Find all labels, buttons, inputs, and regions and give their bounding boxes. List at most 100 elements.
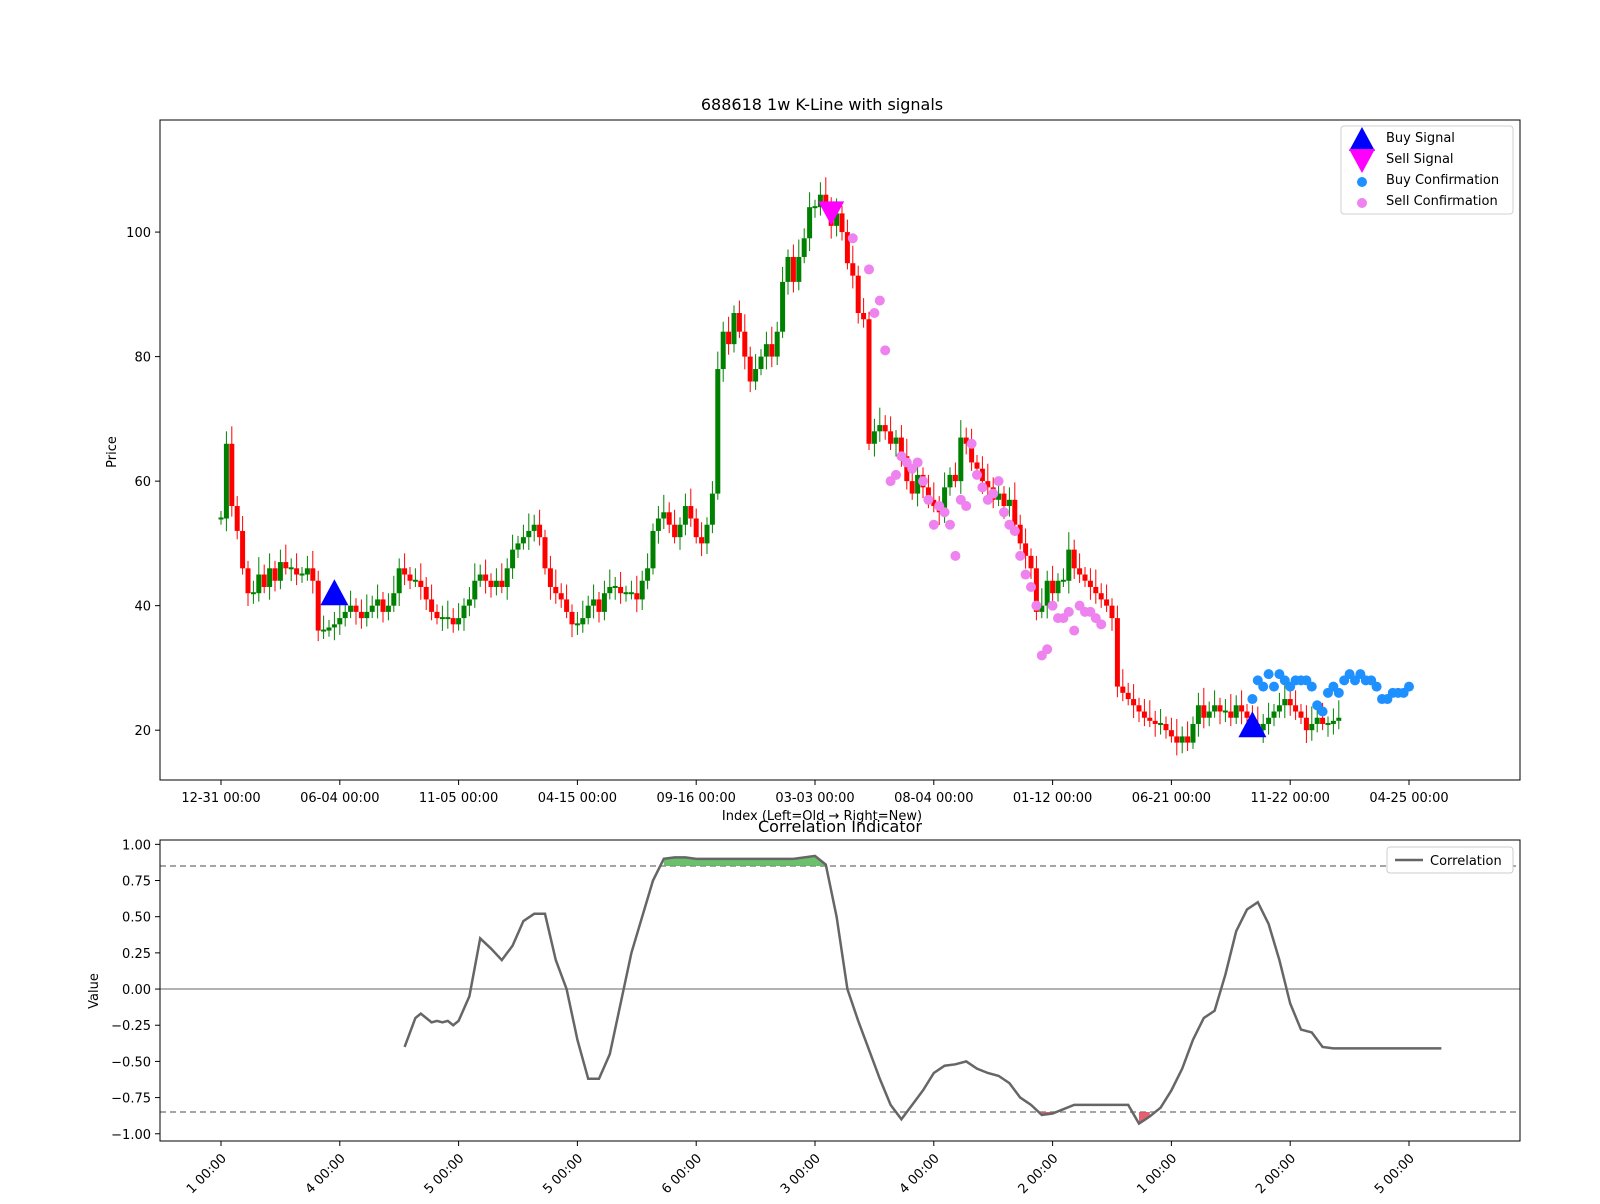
candle-body <box>337 618 343 625</box>
y-tick-label: 60 <box>134 475 151 490</box>
candle-body <box>672 524 678 538</box>
x-tick-label: 08-04 00:00 <box>894 791 973 806</box>
candle-body <box>1206 711 1212 718</box>
candle-body <box>1066 549 1072 581</box>
candle-body <box>1271 711 1277 718</box>
buy-confirmation-point <box>1258 681 1269 692</box>
buy-signal-marker <box>320 579 349 606</box>
corr-x-tick-label: 5 00:00 <box>1372 1151 1418 1197</box>
candle-body <box>1185 736 1191 743</box>
legend-label: Sell Confirmation <box>1386 194 1498 209</box>
candle-body <box>483 574 489 581</box>
candle-body <box>655 518 661 531</box>
candle-body <box>888 431 894 444</box>
candle-body <box>882 425 888 432</box>
candle-body <box>1055 580 1061 594</box>
candle-body <box>1330 720 1336 724</box>
candle-body <box>1114 618 1120 687</box>
candle-body <box>531 524 537 531</box>
candle-body <box>1163 723 1169 731</box>
candle-body <box>720 331 726 370</box>
candle-body <box>677 524 683 538</box>
sell-confirmation-point <box>950 550 961 561</box>
candle-body <box>1195 705 1201 724</box>
candle-body <box>1028 555 1034 569</box>
sell-confirmation-point <box>918 476 928 487</box>
candle-body <box>493 580 499 587</box>
sell-confirmation-point <box>923 494 934 505</box>
candle-body <box>283 562 289 569</box>
candle-body <box>256 574 262 594</box>
y-tick-label: 20 <box>134 724 151 739</box>
candle-body <box>634 593 640 600</box>
buy-confirmation-point <box>1333 687 1344 698</box>
corr-axes-frame <box>159 839 1521 1142</box>
candle-body <box>520 537 526 544</box>
candle-body <box>1098 593 1104 600</box>
candle-body <box>299 573 305 576</box>
candle-body <box>412 579 418 582</box>
corr-title: Correlation Indicator <box>758 817 922 836</box>
candle-body <box>693 518 699 538</box>
candle-body <box>380 599 386 612</box>
candle-body <box>612 585 618 588</box>
candle-body <box>1298 711 1304 718</box>
candle-body <box>958 437 964 482</box>
candle-body <box>1087 580 1093 587</box>
sell-confirmation-point <box>961 501 972 512</box>
candle-body <box>488 580 494 587</box>
candle-body <box>715 369 721 494</box>
candle-body <box>796 256 802 282</box>
sell-confirmation-point <box>966 438 977 449</box>
buy-confirmation-point <box>1306 681 1317 692</box>
candle-body <box>1077 568 1083 575</box>
candle-body <box>742 331 748 357</box>
candle-body <box>780 281 786 332</box>
y-tick-label: 100 <box>126 226 151 241</box>
candle-body <box>272 568 278 581</box>
x-tick-label: 11-22 00:00 <box>1251 791 1330 806</box>
candle-body <box>423 586 429 600</box>
candle-body <box>666 512 672 525</box>
corr-x-tick-label: 2 00:00 <box>1253 1151 1299 1197</box>
candle-body <box>877 425 883 432</box>
candle-body <box>682 506 688 525</box>
candle-body <box>407 574 413 581</box>
buy-confirmation-point <box>1404 681 1414 692</box>
candle-body <box>1012 499 1018 525</box>
buy-confirmation-point <box>1317 706 1328 717</box>
corr-legend-label: Correlation <box>1430 854 1502 869</box>
candle-body <box>510 549 516 569</box>
candle-body <box>1244 711 1250 718</box>
kline-plot-area: 20 40 60 80 100 12-31 00:00 06-04 00:00 11-05 0… <box>126 177 1449 806</box>
buy-confirmation-point <box>1247 694 1258 705</box>
candle-body <box>1314 717 1320 724</box>
candle-body <box>1006 499 1012 507</box>
buy-confirmation-point <box>1269 681 1279 692</box>
sell-confirmation-point <box>939 507 950 518</box>
sell-confirmation-point <box>864 264 874 275</box>
x-tick-label: 03-03 00:00 <box>775 791 854 806</box>
candle-body <box>1320 717 1326 724</box>
candle-body <box>596 599 602 612</box>
sell-confirmation-point <box>945 519 955 530</box>
sell-confirmation-point <box>912 457 923 468</box>
x-tick-label: 01-12 00:00 <box>1013 791 1092 806</box>
candle-body <box>391 593 397 606</box>
candle-body <box>1168 730 1174 737</box>
x-tick-label: 12-31 00:00 <box>181 791 260 806</box>
candle-body <box>585 605 591 619</box>
candle-body <box>369 605 375 612</box>
candle-body <box>1125 692 1131 700</box>
sell-confirmation-point <box>1015 550 1026 561</box>
corr-x-tick-label: 2 00:00 <box>1016 1151 1062 1197</box>
candle-body <box>240 530 246 569</box>
candle-body <box>758 356 764 370</box>
sell-confirmation-point <box>928 519 939 530</box>
x-tick-label: 06-21 00:00 <box>1132 791 1211 806</box>
candle-body <box>558 593 564 600</box>
sell-confirmation-point <box>874 295 885 306</box>
candle-body <box>699 537 705 544</box>
corr-x-tick-label: 3 00:00 <box>778 1151 824 1197</box>
candle-body <box>1082 574 1088 581</box>
